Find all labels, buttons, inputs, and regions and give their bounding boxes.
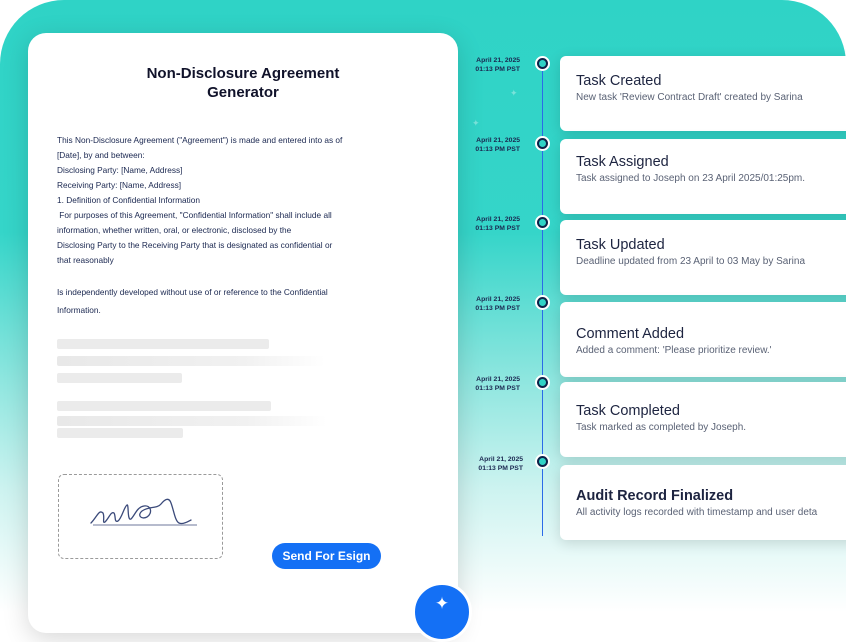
placeholder-line (57, 416, 327, 426)
timestamp-time: 01:13 PM PST (475, 146, 520, 153)
sparkle-decoration: ✦ (472, 118, 480, 128)
timeline-card-description: Added a comment: 'Please prioritize revi… (576, 345, 772, 356)
placeholder-line (57, 401, 271, 411)
ai-assistant-button[interactable]: ✦ (412, 582, 472, 642)
timestamp-date: April 21, 2025 (476, 216, 520, 223)
sparkle-decoration: ✦ (510, 88, 518, 98)
timestamp-time: 01:13 PM PST (478, 465, 523, 472)
timeline-card-task-created[interactable]: Task Created New task 'Review Contract D… (560, 56, 846, 131)
timestamp-time: 01:13 PM PST (475, 66, 520, 73)
timeline-card-comment-added[interactable]: Comment Added Added a comment: 'Please p… (560, 302, 846, 377)
timestamp-time: 01:13 PM PST (475, 225, 520, 232)
document-text-line: Receiving Party: [Name, Address] (57, 180, 182, 190)
document-title: Non-Disclosure Agreement Generator (28, 64, 458, 102)
document-text-line: Information. (57, 305, 101, 315)
document-title-line1: Non-Disclosure Agreement (146, 65, 340, 82)
placeholder-line (57, 373, 182, 383)
sparkle-icon: ✦ (434, 594, 450, 613)
timeline-timestamp: April 21, 2025 01:13 PM PST (459, 455, 523, 473)
timeline-dot (537, 138, 548, 149)
timestamp-time: 01:13 PM PST (475, 305, 520, 312)
timeline-dot (537, 297, 548, 308)
timestamp-date: April 21, 2025 (476, 376, 520, 383)
timestamp-time: 01:13 PM PST (475, 385, 520, 392)
placeholder-line (57, 356, 325, 366)
timeline-timestamp: April 21, 2025 01:13 PM PST (456, 136, 520, 154)
timeline-timestamp: April 21, 2025 01:13 PM PST (456, 56, 520, 74)
timeline-card-title: Audit Record Finalized (576, 488, 734, 504)
timestamp-date: April 21, 2025 (476, 57, 520, 64)
timeline-timestamp: April 21, 2025 01:13 PM PST (456, 375, 520, 393)
timestamp-date: April 21, 2025 (476, 137, 520, 144)
timeline-dot (537, 377, 548, 388)
timeline-card-title: Task Assigned (576, 154, 669, 170)
timeline-card-title: Task Completed (576, 403, 680, 419)
timeline-card-title: Comment Added (576, 326, 685, 342)
timeline-card-task-assigned[interactable]: Task Assigned Task assigned to Joseph on… (560, 139, 846, 214)
document-text-line: This Non-Disclosure Agreement ("Agreemen… (57, 135, 343, 145)
document-text-line: [Date], by and between: (57, 150, 145, 160)
document-text-line: 1. Definition of Confidential Informatio… (57, 195, 200, 205)
timeline-timestamp: April 21, 2025 01:13 PM PST (456, 295, 520, 313)
timeline-card-description: New task 'Review Contract Draft' created… (576, 92, 803, 103)
timeline-card-description: Task marked as completed by Joseph. (576, 422, 747, 433)
send-for-esign-button[interactable]: Send For Esign (272, 543, 381, 569)
timeline-card-title: Task Created (576, 73, 662, 89)
document-text-line: that reasonably (57, 255, 114, 265)
placeholder-line (57, 428, 183, 438)
timeline-card-description: All activity logs recorded with timestam… (576, 507, 818, 518)
timeline-dot (537, 217, 548, 228)
timeline-timestamp: April 21, 2025 01:13 PM PST (456, 215, 520, 233)
document-text-line: information, whether written, oral, or e… (57, 225, 292, 235)
document-title-line2: Generator (207, 84, 279, 101)
placeholder-line (57, 339, 269, 349)
signature-icon (90, 498, 197, 526)
document-text-line: Is independently developed without use o… (57, 287, 328, 297)
timeline-dot (537, 456, 548, 467)
document-text-line: For purposes of this Agreement, "Confide… (57, 210, 332, 220)
timeline-card-audit-record-finalized[interactable]: Audit Record Finalized All activity logs… (560, 465, 846, 540)
timeline-card-task-completed[interactable]: Task Completed Task marked as completed … (560, 382, 846, 457)
document-text-line: Disclosing Party to the Receiving Party … (57, 240, 333, 250)
document-body: This Non-Disclosure Agreement ("Agreemen… (57, 133, 377, 319)
timestamp-date: April 21, 2025 (476, 296, 520, 303)
timeline-dot (537, 58, 548, 69)
signature-box[interactable] (58, 474, 223, 559)
timestamp-date: April 21, 2025 (479, 456, 523, 463)
timeline-card-description: Task assigned to Joseph on 23 April 2025… (576, 173, 806, 184)
timeline-card-title: Task Updated (576, 237, 665, 253)
nda-document-card: Non-Disclosure Agreement Generator This … (28, 33, 458, 633)
timeline-card-description: Deadline updated from 23 April to 03 May… (576, 256, 806, 267)
document-text-line: Disclosing Party: [Name, Address] (57, 165, 183, 175)
timeline-card-task-updated[interactable]: Task Updated Deadline updated from 23 Ap… (560, 220, 846, 295)
